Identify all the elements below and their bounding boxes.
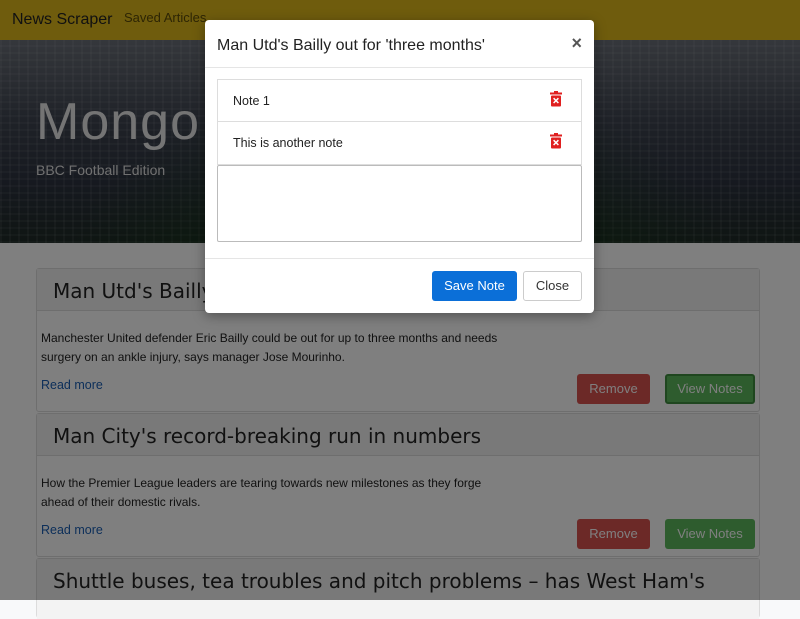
close-icon[interactable]: × <box>571 33 582 54</box>
list-item: Note 1 <box>218 80 581 122</box>
list-item: This is another note <box>218 122 581 164</box>
note-text: Note 1 <box>233 94 270 108</box>
notes-modal: Man Utd's Bailly out for 'three months' … <box>205 20 594 313</box>
modal-footer-divider <box>205 258 594 259</box>
close-button[interactable]: Close <box>523 271 582 301</box>
trash-icon[interactable] <box>549 133 563 149</box>
note-text: This is another note <box>233 136 343 150</box>
notes-list: Note 1 This is another note <box>217 79 582 165</box>
modal-title: Man Utd's Bailly out for 'three months' <box>217 37 485 54</box>
trash-icon[interactable] <box>549 91 563 107</box>
save-note-button[interactable]: Save Note <box>432 271 517 301</box>
modal-header: Man Utd's Bailly out for 'three months' … <box>205 20 594 68</box>
note-textarea[interactable] <box>217 165 582 242</box>
